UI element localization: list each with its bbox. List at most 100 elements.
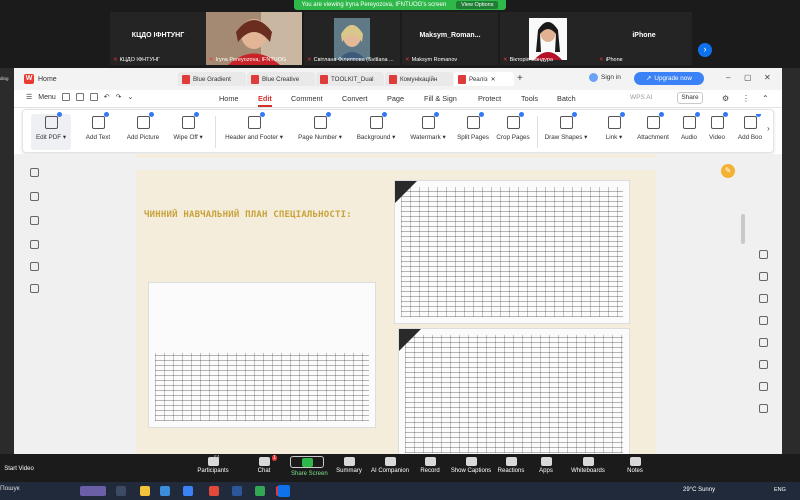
header-footer-button[interactable]: Header and Footer ▾ bbox=[221, 112, 287, 150]
gallery-next-icon[interactable]: › bbox=[698, 43, 712, 57]
whiteboards-button[interactable]: Whiteboards bbox=[568, 456, 608, 474]
more-icon[interactable]: ⋮ bbox=[742, 94, 750, 103]
hamburger-icon[interactable]: ☰ bbox=[26, 93, 32, 101]
document-tab-active[interactable]: Реаліз ✕ bbox=[454, 72, 514, 86]
edit-pencil-icon[interactable]: ✎ bbox=[721, 164, 735, 178]
reactions-button[interactable]: Reactions bbox=[496, 456, 526, 474]
store-icon[interactable] bbox=[160, 486, 170, 496]
comments-icon[interactable] bbox=[30, 216, 39, 225]
menu-convert[interactable]: Convert bbox=[342, 94, 368, 103]
start-video-button[interactable]: Start Video bbox=[4, 466, 34, 472]
zoom-icon[interactable] bbox=[278, 485, 290, 497]
word-icon[interactable] bbox=[232, 486, 242, 496]
apps-button[interactable]: Apps bbox=[536, 456, 556, 474]
close-icon[interactable]: ✕ bbox=[491, 76, 496, 83]
export-icon[interactable] bbox=[759, 272, 768, 281]
participant-tile-video[interactable]: ✕ Світлана Філиппова (Svitlana ... bbox=[304, 12, 400, 65]
audio-button[interactable]: Audio bbox=[677, 112, 701, 150]
document-tab[interactable]: Blue Creative bbox=[247, 72, 315, 86]
redo-icon[interactable]: ↷ bbox=[116, 93, 122, 101]
app-icon[interactable] bbox=[209, 486, 219, 496]
wipe-off-button[interactable]: Wipe Off ▾ bbox=[169, 112, 207, 150]
settings-side-icon[interactable] bbox=[759, 404, 768, 413]
menu-comment[interactable]: Comment bbox=[291, 94, 323, 103]
menu-fill-sign[interactable]: Fill & Sign bbox=[424, 94, 457, 103]
save-icon[interactable] bbox=[75, 93, 84, 101]
taskbar-search[interactable]: Пошук bbox=[0, 485, 20, 492]
compress-icon[interactable] bbox=[759, 316, 768, 325]
attachments-icon[interactable] bbox=[30, 240, 39, 249]
vertical-scrollbar[interactable] bbox=[741, 214, 745, 244]
app-icon[interactable] bbox=[183, 486, 193, 496]
document-tab[interactable]: Blue Gradient bbox=[178, 72, 246, 86]
notes-button[interactable]: Notes bbox=[624, 456, 646, 474]
document-tab[interactable]: Комунікаційн bbox=[385, 72, 453, 86]
record-button[interactable]: Record bbox=[418, 456, 442, 474]
menu-button[interactable]: Menu bbox=[38, 94, 56, 101]
add-text-button[interactable]: Add Text bbox=[81, 112, 115, 150]
minimize-icon[interactable]: – bbox=[726, 73, 730, 82]
upgrade-button[interactable]: ➚ Upgrade now bbox=[634, 72, 704, 85]
open-file-icon[interactable] bbox=[61, 93, 70, 101]
translate-icon[interactable] bbox=[759, 294, 768, 303]
maximize-icon[interactable]: ▢ bbox=[744, 73, 752, 82]
chevron-right-icon[interactable]: › bbox=[767, 124, 770, 133]
split-pages-button[interactable]: Split Pages bbox=[453, 112, 493, 150]
menu-edit[interactable]: Edit bbox=[258, 94, 272, 107]
page-number-button[interactable]: Page Number ▾ bbox=[293, 112, 347, 150]
thumbnails-icon[interactable] bbox=[30, 192, 39, 201]
sign-in-button[interactable]: Sign in bbox=[589, 73, 621, 82]
menu-tools[interactable]: Tools bbox=[521, 94, 538, 103]
add-picture-button[interactable]: Add Picture bbox=[121, 112, 165, 150]
participant-tile[interactable]: КЦДО ІФНТУНГ ✕ КЦДО ІФНТУНГ bbox=[110, 12, 206, 65]
menu-protect[interactable]: Protect bbox=[478, 94, 501, 103]
layers-icon[interactable] bbox=[30, 284, 39, 293]
edit-tool-icon[interactable] bbox=[759, 250, 768, 259]
background-button[interactable]: Background ▾ bbox=[351, 112, 401, 150]
print-icon[interactable] bbox=[89, 93, 98, 101]
undo-icon[interactable]: ↶ bbox=[104, 93, 110, 101]
signature-icon[interactable] bbox=[30, 262, 39, 271]
link-button[interactable]: Link ▾ bbox=[601, 112, 627, 150]
participants-button[interactable]: 64 Participants bbox=[196, 455, 230, 474]
video-button[interactable]: Video bbox=[705, 112, 729, 150]
print-side-icon[interactable] bbox=[759, 338, 768, 347]
participant-tile[interactable]: Maksym_Roman... ✕ Maksym Romanov bbox=[402, 12, 498, 65]
participant-tile-video[interactable]: ✕ Вікторія Бандура bbox=[500, 12, 596, 65]
chevron-down-icon[interactable]: ⌄ bbox=[128, 93, 134, 101]
participant-tile-video[interactable]: ✕ Iryna Pereyozova, IFNTUOG bbox=[206, 12, 302, 65]
chat-button[interactable]: 1 Chat bbox=[254, 455, 277, 474]
file-explorer-icon[interactable] bbox=[140, 486, 150, 496]
bookmark-panel-icon[interactable] bbox=[30, 168, 39, 177]
task-view-icon[interactable] bbox=[116, 486, 126, 496]
crop-pages-button[interactable]: Crop Pages bbox=[493, 112, 533, 150]
add-bookmark-button[interactable]: Add Boo bbox=[735, 114, 765, 150]
weather-widget[interactable]: 29°C Sunny bbox=[683, 487, 715, 493]
share-screen-button[interactable]: Share Screen bbox=[290, 456, 328, 477]
windows-taskbar: Пошук 29°C Sunny ENG bbox=[0, 482, 800, 500]
participant-tile[interactable]: iPhone ✕ iPhone bbox=[596, 12, 692, 65]
ai-companion-button[interactable]: AI Companion bbox=[368, 456, 412, 474]
tab-home[interactable]: W Home bbox=[24, 72, 57, 86]
new-tab-plus-icon[interactable]: + bbox=[517, 73, 523, 84]
edit-pdf-button[interactable]: Edit PDF ▾ bbox=[31, 112, 71, 150]
menu-batch[interactable]: Batch bbox=[557, 94, 576, 103]
chrome-icon[interactable] bbox=[255, 486, 265, 496]
watermark-button[interactable]: Watermark ▾ bbox=[405, 112, 451, 150]
view-options-button[interactable]: View Options bbox=[456, 1, 499, 9]
attachment-button[interactable]: Attachment bbox=[633, 112, 673, 150]
menu-page[interactable]: Page bbox=[387, 94, 404, 103]
info-icon[interactable] bbox=[759, 382, 768, 391]
wps-ai-button[interactable]: WPS AI bbox=[630, 94, 652, 101]
menu-home[interactable]: Home bbox=[219, 94, 238, 103]
settings-icon[interactable]: ⚙ bbox=[722, 94, 729, 103]
share-button[interactable]: Share bbox=[677, 92, 703, 104]
draw-shapes-button[interactable]: Draw Shapes ▾ bbox=[541, 112, 591, 150]
show-captions-button[interactable]: Show Captions bbox=[450, 456, 492, 474]
document-tab[interactable]: TOOLKIT_Dual bbox=[316, 72, 384, 86]
collapse-ribbon-icon[interactable]: ⌃ bbox=[762, 94, 769, 103]
language-indicator[interactable]: ENG bbox=[774, 487, 786, 493]
summary-button[interactable]: Summary bbox=[334, 456, 364, 474]
close-window-icon[interactable]: ✕ bbox=[764, 73, 771, 82]
search-side-icon[interactable] bbox=[759, 360, 768, 369]
